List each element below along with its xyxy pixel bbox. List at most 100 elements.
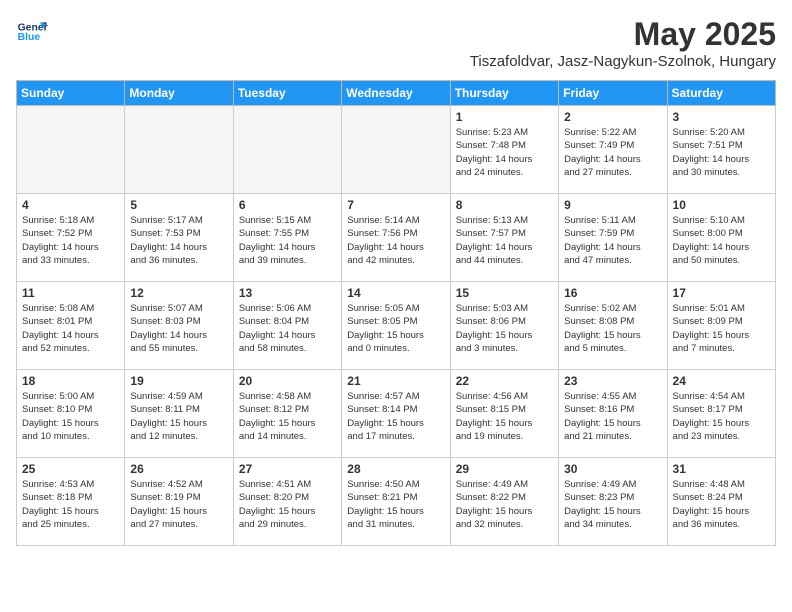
calendar-cell: 1 Sunrise: 5:23 AM Sunset: 7:48 PM Daylig… bbox=[450, 106, 558, 194]
calendar-cell: 4 Sunrise: 5:18 AM Sunset: 7:52 PM Daylig… bbox=[17, 194, 125, 282]
weekday-header-tuesday: Tuesday bbox=[233, 81, 341, 106]
day-number: 19 bbox=[130, 374, 227, 388]
day-number: 8 bbox=[456, 198, 553, 212]
calendar-cell: 12 Sunrise: 5:07 AM Sunset: 8:03 PM Dayli… bbox=[125, 282, 233, 370]
calendar-cell: 9 Sunrise: 5:11 AM Sunset: 7:59 PM Daylig… bbox=[559, 194, 667, 282]
day-info: Sunrise: 4:54 AM Sunset: 8:17 PM Dayligh… bbox=[673, 390, 770, 443]
day-info: Sunrise: 5:20 AM Sunset: 7:51 PM Dayligh… bbox=[673, 126, 770, 179]
title-area: May 2025 Tiszafoldvar, Jasz-Nagykun-Szol… bbox=[470, 16, 776, 70]
weekday-header-sunday: Sunday bbox=[17, 81, 125, 106]
calendar-cell bbox=[17, 106, 125, 194]
calendar-cell: 25Sunrise: 4:53 AM Sunset: 8:18 PM Dayli… bbox=[17, 458, 125, 546]
day-info: Sunrise: 4:52 AM Sunset: 8:19 PM Dayligh… bbox=[130, 478, 227, 531]
day-number: 2 bbox=[564, 110, 661, 124]
day-number: 28 bbox=[347, 462, 444, 476]
day-number: 22 bbox=[456, 374, 553, 388]
day-number: 1 bbox=[456, 110, 553, 124]
weekday-header-monday: Monday bbox=[125, 81, 233, 106]
calendar-cell: 7 Sunrise: 5:14 AM Sunset: 7:56 PM Daylig… bbox=[342, 194, 450, 282]
day-info: Sunrise: 5:10 AM Sunset: 8:00 PM Dayligh… bbox=[673, 214, 770, 267]
day-number: 12 bbox=[130, 286, 227, 300]
calendar-cell bbox=[233, 106, 341, 194]
calendar-cell: 8 Sunrise: 5:13 AM Sunset: 7:57 PM Daylig… bbox=[450, 194, 558, 282]
day-info: Sunrise: 5:13 AM Sunset: 7:57 PM Dayligh… bbox=[456, 214, 553, 267]
calendar-cell: 18Sunrise: 5:00 AM Sunset: 8:10 PM Dayli… bbox=[17, 370, 125, 458]
day-number: 11 bbox=[22, 286, 119, 300]
day-number: 31 bbox=[673, 462, 770, 476]
day-number: 15 bbox=[456, 286, 553, 300]
day-number: 16 bbox=[564, 286, 661, 300]
day-info: Sunrise: 5:17 AM Sunset: 7:53 PM Dayligh… bbox=[130, 214, 227, 267]
calendar-cell: 15 Sunrise: 5:03 AM Sunset: 8:06 PM Dayli… bbox=[450, 282, 558, 370]
day-info: Sunrise: 5:06 AM Sunset: 8:04 PM Dayligh… bbox=[239, 302, 336, 355]
calendar-cell: 31 Sunrise: 4:48 AM Sunset: 8:24 PM Dayli… bbox=[667, 458, 775, 546]
day-info: Sunrise: 4:55 AM Sunset: 8:16 PM Dayligh… bbox=[564, 390, 661, 443]
weekday-header-wednesday: Wednesday bbox=[342, 81, 450, 106]
calendar-cell: 20Sunrise: 4:58 AM Sunset: 8:12 PM Dayli… bbox=[233, 370, 341, 458]
day-info: Sunrise: 4:58 AM Sunset: 8:12 PM Dayligh… bbox=[239, 390, 336, 443]
day-number: 18 bbox=[22, 374, 119, 388]
day-info: Sunrise: 5:08 AM Sunset: 8:01 PM Dayligh… bbox=[22, 302, 119, 355]
day-number: 17 bbox=[673, 286, 770, 300]
day-info: Sunrise: 5:03 AM Sunset: 8:06 PM Dayligh… bbox=[456, 302, 553, 355]
calendar-cell: 14 Sunrise: 5:05 AM Sunset: 8:05 PM Dayli… bbox=[342, 282, 450, 370]
calendar-cell: 28 Sunrise: 4:50 AM Sunset: 8:21 PM Dayli… bbox=[342, 458, 450, 546]
weekday-header-saturday: Saturday bbox=[667, 81, 775, 106]
calendar-cell: 19 Sunrise: 4:59 AM Sunset: 8:11 PM Dayli… bbox=[125, 370, 233, 458]
day-number: 6 bbox=[239, 198, 336, 212]
calendar-cell: 13 Sunrise: 5:06 AM Sunset: 8:04 PM Dayli… bbox=[233, 282, 341, 370]
calendar-cell: 27 Sunrise: 4:51 AM Sunset: 8:20 PM Dayli… bbox=[233, 458, 341, 546]
day-info: Sunrise: 4:48 AM Sunset: 8:24 PM Dayligh… bbox=[673, 478, 770, 531]
day-number: 5 bbox=[130, 198, 227, 212]
calendar-cell: 17 Sunrise: 5:01 AM Sunset: 8:09 PM Dayli… bbox=[667, 282, 775, 370]
day-info: Sunrise: 4:53 AM Sunset: 8:18 PM Dayligh… bbox=[22, 478, 119, 531]
weekday-header-friday: Friday bbox=[559, 81, 667, 106]
calendar-cell: 2 Sunrise: 5:22 AM Sunset: 7:49 PM Daylig… bbox=[559, 106, 667, 194]
day-info: Sunrise: 5:07 AM Sunset: 8:03 PM Dayligh… bbox=[130, 302, 227, 355]
calendar-cell: 29 Sunrise: 4:49 AM Sunset: 8:22 PM Dayli… bbox=[450, 458, 558, 546]
day-number: 29 bbox=[456, 462, 553, 476]
day-info: Sunrise: 4:59 AM Sunset: 8:11 PM Dayligh… bbox=[130, 390, 227, 443]
day-number: 9 bbox=[564, 198, 661, 212]
day-number: 14 bbox=[347, 286, 444, 300]
calendar-cell: 24 Sunrise: 4:54 AM Sunset: 8:17 PM Dayli… bbox=[667, 370, 775, 458]
day-info: Sunrise: 5:14 AM Sunset: 7:56 PM Dayligh… bbox=[347, 214, 444, 267]
day-number: 26 bbox=[130, 462, 227, 476]
calendar-cell bbox=[125, 106, 233, 194]
day-number: 13 bbox=[239, 286, 336, 300]
day-number: 30 bbox=[564, 462, 661, 476]
calendar-cell: 5 Sunrise: 5:17 AM Sunset: 7:53 PM Daylig… bbox=[125, 194, 233, 282]
day-number: 27 bbox=[239, 462, 336, 476]
day-number: 24 bbox=[673, 374, 770, 388]
calendar-cell: 3 Sunrise: 5:20 AM Sunset: 7:51 PM Daylig… bbox=[667, 106, 775, 194]
day-info: Sunrise: 5:01 AM Sunset: 8:09 PM Dayligh… bbox=[673, 302, 770, 355]
day-info: Sunrise: 4:51 AM Sunset: 8:20 PM Dayligh… bbox=[239, 478, 336, 531]
day-info: Sunrise: 5:18 AM Sunset: 7:52 PM Dayligh… bbox=[22, 214, 119, 267]
day-info: Sunrise: 5:23 AM Sunset: 7:48 PM Dayligh… bbox=[456, 126, 553, 179]
calendar-cell: 10 Sunrise: 5:10 AM Sunset: 8:00 PM Dayli… bbox=[667, 194, 775, 282]
day-info: Sunrise: 5:02 AM Sunset: 8:08 PM Dayligh… bbox=[564, 302, 661, 355]
calendar-cell: 23 Sunrise: 4:55 AM Sunset: 8:16 PM Dayli… bbox=[559, 370, 667, 458]
location-title: Tiszafoldvar, Jasz-Nagykun-Szolnok, Hung… bbox=[470, 53, 776, 70]
calendar-cell: 11 Sunrise: 5:08 AM Sunset: 8:01 PM Dayli… bbox=[17, 282, 125, 370]
calendar-cell: 6Sunrise: 5:15 AM Sunset: 7:55 PM Daylig… bbox=[233, 194, 341, 282]
day-number: 7 bbox=[347, 198, 444, 212]
day-info: Sunrise: 5:05 AM Sunset: 8:05 PM Dayligh… bbox=[347, 302, 444, 355]
day-number: 23 bbox=[564, 374, 661, 388]
month-title: May 2025 bbox=[470, 16, 776, 53]
day-info: Sunrise: 4:49 AM Sunset: 8:23 PM Dayligh… bbox=[564, 478, 661, 531]
calendar-cell: 16 Sunrise: 5:02 AM Sunset: 8:08 PM Dayli… bbox=[559, 282, 667, 370]
calendar-cell: 30 Sunrise: 4:49 AM Sunset: 8:23 PM Dayli… bbox=[559, 458, 667, 546]
day-info: Sunrise: 4:50 AM Sunset: 8:21 PM Dayligh… bbox=[347, 478, 444, 531]
day-info: Sunrise: 4:56 AM Sunset: 8:15 PM Dayligh… bbox=[456, 390, 553, 443]
calendar-cell bbox=[342, 106, 450, 194]
day-info: Sunrise: 5:11 AM Sunset: 7:59 PM Dayligh… bbox=[564, 214, 661, 267]
day-number: 3 bbox=[673, 110, 770, 124]
day-number: 4 bbox=[22, 198, 119, 212]
day-number: 21 bbox=[347, 374, 444, 388]
day-info: Sunrise: 4:49 AM Sunset: 8:22 PM Dayligh… bbox=[456, 478, 553, 531]
svg-text:Blue: Blue bbox=[18, 32, 41, 43]
day-info: Sunrise: 5:22 AM Sunset: 7:49 PM Dayligh… bbox=[564, 126, 661, 179]
calendar-table: SundayMondayTuesdayWednesdayThursdayFrid… bbox=[16, 80, 776, 546]
day-number: 10 bbox=[673, 198, 770, 212]
